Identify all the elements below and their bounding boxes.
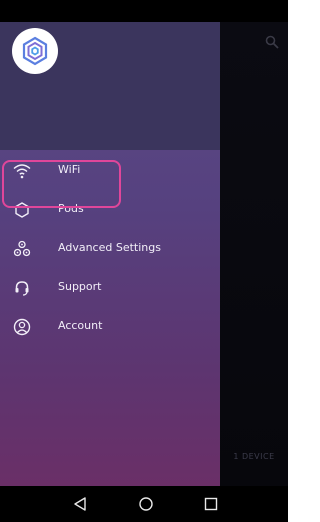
menu-label-support: Support xyxy=(58,280,102,293)
android-navigation-bar xyxy=(0,486,288,522)
advanced-settings-icon xyxy=(12,239,32,259)
app-screen: 1 DEVICE WiFi Pods Advanced Settings Sup… xyxy=(0,22,288,486)
navigation-drawer: WiFi Pods Advanced Settings Support Acco… xyxy=(0,22,220,486)
recents-icon[interactable] xyxy=(201,494,221,514)
menu-item-support[interactable]: Support xyxy=(0,269,220,307)
logo-icon xyxy=(22,36,48,66)
device-frame: 1 DEVICE WiFi Pods Advanced Settings Sup… xyxy=(0,0,294,522)
status-bar xyxy=(0,0,288,22)
app-logo xyxy=(12,28,58,74)
search-icon[interactable] xyxy=(264,34,280,50)
menu-item-advanced-settings[interactable]: Advanced Settings xyxy=(0,230,220,268)
menu-label-advanced-settings: Advanced Settings xyxy=(58,241,161,254)
account-icon xyxy=(12,317,32,337)
device-count: 1 DEVICE xyxy=(233,452,275,461)
menu-item-account[interactable]: Account xyxy=(0,308,220,346)
headset-icon xyxy=(12,278,32,298)
back-icon[interactable] xyxy=(70,494,90,514)
drawer-header xyxy=(0,22,220,150)
home-icon[interactable] xyxy=(136,494,156,514)
menu-label-account: Account xyxy=(58,319,103,332)
main-content: 1 DEVICE xyxy=(220,22,288,486)
pods-highlight-box xyxy=(2,160,121,208)
